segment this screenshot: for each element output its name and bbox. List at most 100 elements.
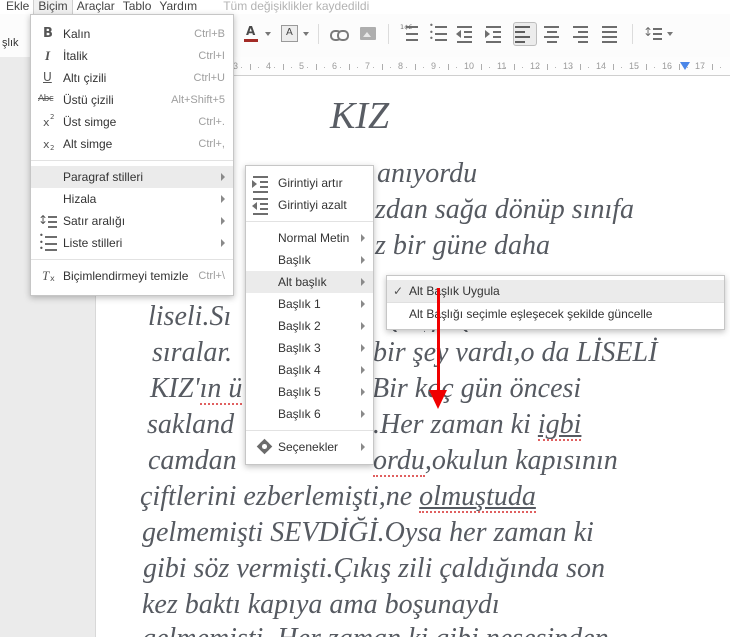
menu-item-alt-ba-l-se-imle-e-le-ecek-ekilde-g-ncelle[interactable]: Alt Başlığı seçimle eşleşecek şekilde gü… (387, 303, 724, 325)
document-text-line[interactable]: sakland (147, 408, 234, 442)
document-text-line[interactable]: ordu,okulun kapısının (373, 444, 618, 478)
text-color-icon (240, 23, 262, 45)
submenu-arrow-icon (221, 195, 225, 203)
menu-item-st-simge[interactable]: Üst simge Ctrl+. (31, 111, 233, 133)
document-text-line[interactable]: gelmemişti. Her zaman ki gibi neşesinden (142, 622, 609, 637)
menu-item-alt-simge[interactable]: Alt simge Ctrl+, (31, 133, 233, 155)
menubar-item-ekle[interactable]: Ekle (2, 0, 33, 14)
document-text-line[interactable]: kez baktı kapıya ama boşunaydı (142, 588, 500, 622)
menu-item-alt-izili[interactable]: Altı çizili Ctrl+U (31, 67, 233, 89)
document-text-line[interactable]: liseli.Sı (148, 300, 231, 334)
menu-item-alt-ba-l-k[interactable]: Alt başlık (246, 271, 373, 293)
menu-item-st-izili[interactable]: Üstü çizili Alt+Shift+5 (31, 89, 233, 111)
right-indent-marker-icon[interactable] (680, 62, 690, 70)
menu-item-label: Alt simge (63, 137, 113, 151)
menu-item-alt-ba-l-k-uygula[interactable]: ✓ Alt Başlık Uygula (387, 280, 724, 303)
menu-item-liste-stilleri[interactable]: Liste stilleri (31, 232, 233, 254)
menubar-item-yard-m[interactable]: Yardım (155, 0, 201, 14)
toolbar-button-numbered-list[interactable] (398, 23, 420, 45)
document-title[interactable]: KIZ (330, 94, 389, 138)
blank-icon (37, 167, 63, 187)
document-text-line[interactable]: camdan (148, 444, 237, 478)
toolbar-button-align-justify[interactable] (601, 23, 623, 45)
menu-item-ba-l-k-1[interactable]: Başlık 1 (246, 293, 373, 315)
menu-item-shortcut: Ctrl+B (194, 28, 225, 40)
menubar-item-ara-lar[interactable]: Araçlar (73, 0, 119, 14)
menu-item-kal-n[interactable]: Kalın Ctrl+B (31, 23, 233, 45)
document-text-line[interactable]: KIZ'ın ü (150, 372, 242, 406)
decrease-indent-icon (456, 23, 478, 45)
ruler-tick (307, 67, 308, 68)
submenu-arrow-icon (361, 300, 365, 308)
menubar-item-bi-im[interactable]: Biçim (33, 0, 73, 14)
menu-item-sat-r-aral[interactable]: Satır aralığı (31, 210, 233, 232)
ruler-tick (274, 67, 275, 68)
menu-item-normal-metin[interactable]: Normal Metin (246, 227, 373, 249)
menu-item-ba-l-k[interactable]: Başlık (246, 249, 373, 271)
checkmark-icon: ✓ (393, 284, 404, 298)
ruler-number: 13 (563, 61, 574, 71)
blank-icon (252, 250, 278, 270)
menu-item-hizala[interactable]: Hizala (31, 188, 233, 210)
document-text-line[interactable]: z bir güne daha (375, 229, 550, 263)
document-text-line[interactable]: bir şey vardı,o da LİSELİ (373, 336, 657, 370)
toolbar-button-bulleted-list[interactable] (427, 23, 449, 45)
menu-item-girintiyi-art-r[interactable]: Girintiyi artır (246, 172, 373, 194)
document-text-line[interactable]: çiftlerini ezberlemişti,ne olmuştuda (140, 480, 536, 514)
document-text-line[interactable]: gelmemişti SEVDİĞİ.Oysa her zaman ki (142, 516, 594, 550)
blank-icon (252, 404, 278, 424)
style-selector-fragment[interactable]: şlık (2, 37, 19, 49)
toolbar-button-text-color[interactable] (240, 23, 271, 45)
toolbar-button-insert-image[interactable] (357, 23, 379, 45)
menu-item-label: Liste stilleri (63, 236, 123, 250)
ruler-number: 14 (596, 61, 607, 71)
subscript-icon (37, 134, 63, 154)
menu-item-se-enekler[interactable]: Seçenekler (246, 436, 373, 458)
ruler-tick (604, 67, 605, 68)
submenu-arrow-icon (361, 366, 365, 374)
ruler-tick (637, 67, 638, 68)
menu-item-label: Başlık 2 (278, 319, 321, 333)
menu-item-label: Normal Metin (278, 231, 350, 245)
menu-item-ba-l-k-2[interactable]: Başlık 2 (246, 315, 373, 337)
text-run: z bir güne daha (375, 230, 550, 261)
menu-item-shortcut: Alt+Shift+5 (171, 94, 225, 106)
menu-item-shortcut: Ctrl+, (198, 138, 225, 150)
menu-item-paragraf-stilleri[interactable]: Paragraf stilleri (31, 166, 233, 188)
menu-item-ba-l-k-6[interactable]: Başlık 6 (246, 403, 373, 425)
menu-item-bi-imlendirmeyi-temizle[interactable]: Biçimlendirmeyi temizle Ctrl+\ (31, 265, 233, 287)
menu-item-label: Paragraf stilleri (63, 170, 144, 184)
menu-item-i-talik[interactable]: İtalik Ctrl+I (31, 45, 233, 67)
menu-item-ba-l-k-3[interactable]: Başlık 3 (246, 337, 373, 359)
menu-item-label: İtalik (63, 49, 88, 63)
menu-item-ba-l-k-5[interactable]: Başlık 5 (246, 381, 373, 403)
menu-item-girintiyi-azalt[interactable]: Girintiyi azalt (246, 194, 373, 216)
document-text-line[interactable]: gibi söz vermişti.Çıkış zili çaldığında … (143, 552, 605, 586)
chevron-down-icon (265, 32, 271, 36)
text-run: çiftlerini ezberlemişti,ne (140, 481, 420, 512)
toolbar-button-increase-indent[interactable] (485, 23, 507, 45)
menu-item-label: Alt Başlık Uygula (409, 284, 500, 298)
toolbar-button-insert-link[interactable] (328, 23, 350, 45)
ruler-tick (703, 67, 704, 68)
toolbar-button-decrease-indent[interactable] (456, 23, 478, 45)
menu-item-label: Üst simge (63, 115, 117, 129)
document-text-line[interactable]: .Her zaman ki igbi (373, 408, 581, 442)
toolbar-button-line-spacing[interactable] (642, 23, 673, 45)
menu-item-label: Başlık (278, 253, 311, 267)
format-menu: Kalın Ctrl+B İtalik Ctrl+I Altı çizili Ctrl+U… (30, 14, 234, 296)
document-text-line[interactable]: Bir kaç gün öncesi (372, 372, 581, 406)
toolbar-button-align-right[interactable] (572, 23, 594, 45)
document-text-line[interactable]: sıralar. (152, 336, 232, 370)
menubar-item-tablo[interactable]: Tablo (119, 0, 156, 14)
document-text-line[interactable]: zdan sağa dönüp sınıfa (375, 193, 634, 227)
document-text-line[interactable]: anıyordu (377, 157, 477, 191)
line-spacing-icon (642, 23, 664, 45)
chevron-down-icon (667, 32, 673, 36)
toolbar-button-align-left[interactable] (514, 23, 536, 45)
menu-item-label: Hizala (63, 192, 97, 206)
ruler-tick (555, 67, 556, 68)
menu-item-ba-l-k-4[interactable]: Başlık 4 (246, 359, 373, 381)
toolbar-button-align-center[interactable] (543, 23, 565, 45)
toolbar-button-highlight-color[interactable] (278, 23, 309, 45)
